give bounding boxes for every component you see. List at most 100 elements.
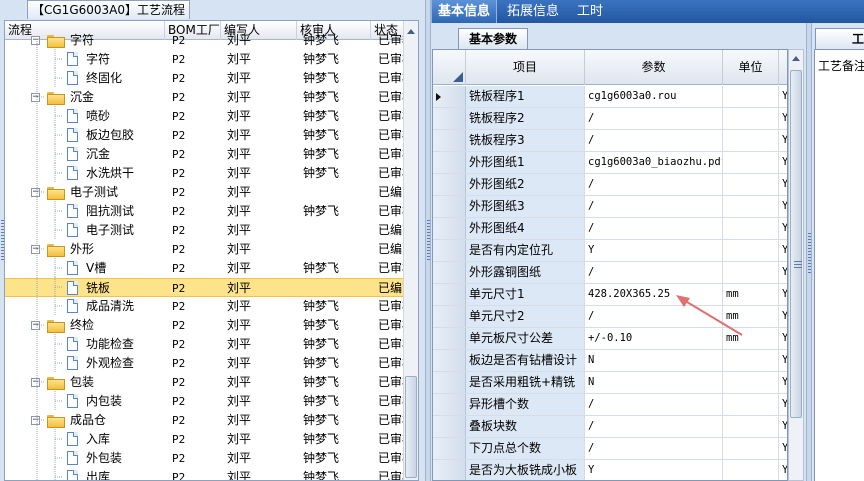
- param-value[interactable]: /: [585, 306, 723, 327]
- scroll-thumb[interactable]: [790, 70, 802, 418]
- row-indicator[interactable]: [433, 152, 466, 173]
- param-value[interactable]: /: [585, 130, 723, 151]
- row-indicator[interactable]: [433, 86, 466, 107]
- row-indicator[interactable]: [433, 240, 466, 261]
- tree-step-row[interactable]: 出库 P2 刘平 钟梦飞 已审核: [5, 468, 406, 480]
- grid-row[interactable]: 外形图纸4/ Y: [433, 218, 787, 240]
- param-value[interactable]: /: [585, 438, 723, 459]
- row-indicator[interactable]: [433, 372, 466, 393]
- row-indicator[interactable]: [433, 350, 466, 371]
- tree-group-row[interactable]: −终检P2刘平钟梦飞已审核: [5, 316, 406, 335]
- grid-row[interactable]: 单元尺寸1 428.20X365.25 mm Y: [433, 284, 787, 306]
- param-value[interactable]: +/-0.10: [585, 328, 723, 349]
- param-value[interactable]: /: [585, 218, 723, 239]
- row-indicator[interactable]: [433, 328, 466, 349]
- grid-row[interactable]: 是否采用粗铣+精铣 N Y: [433, 372, 787, 394]
- row-indicator[interactable]: [433, 196, 466, 217]
- grid-row[interactable]: 单元板尺寸公差 +/-0.10 mm Y: [433, 328, 787, 350]
- tree-step-row[interactable]: 外观检查 P2 刘平 钟梦飞 已审核: [5, 354, 406, 373]
- tree-step-row[interactable]: 阻抗测试 P2 刘平 钟梦飞 已审核: [5, 202, 406, 221]
- tree-step-row[interactable]: 成品清洗 P2 刘平 钟梦飞 已审核: [5, 297, 406, 316]
- grid-row[interactable]: 单元尺寸2/mm Y: [433, 306, 787, 328]
- process-flow-tab[interactable]: 【CG1G6003A0】工艺流程: [27, 0, 190, 19]
- param-value[interactable]: cg1g6003a0.rou: [585, 86, 723, 107]
- grid-row[interactable]: 下刀点总个数 / Y: [433, 438, 787, 460]
- row-indicator[interactable]: [433, 174, 466, 195]
- row-indicator[interactable]: [433, 306, 466, 327]
- scroll-up-icon[interactable]: [407, 29, 415, 34]
- tree-group-row[interactable]: −外形P2刘平已编写: [5, 240, 406, 259]
- grid-row[interactable]: 外形图纸1 cg1g6003a0_biaozhu.pdf Y: [433, 152, 787, 174]
- tree-step-row[interactable]: 终固化 P2 刘平 钟梦飞 已审核: [5, 69, 406, 88]
- tree-step-row[interactable]: 喷砂 P2 刘平 钟梦飞 已审核: [5, 107, 406, 126]
- left-edge-grip[interactable]: [0, 0, 4, 481]
- row-indicator[interactable]: [433, 262, 466, 283]
- row-indicator[interactable]: [433, 416, 466, 437]
- tree-group-row[interactable]: −电子测试P2刘平已编写: [5, 183, 406, 202]
- grid-row[interactable]: 异形槽个数 / Y: [433, 394, 787, 416]
- grid-row[interactable]: 是否有内定位孔 Y Y: [433, 240, 787, 262]
- row-indicator[interactable]: [433, 460, 466, 480]
- tree-step-row[interactable]: 板边包胶 P2 刘平 钟梦飞 已审核: [5, 126, 406, 145]
- scroll-thumb[interactable]: [405, 376, 417, 478]
- param-value[interactable]: /: [585, 108, 723, 129]
- tree-step-row[interactable]: 入库 P2 刘平 钟梦飞 已审核: [5, 430, 406, 449]
- param-value[interactable]: Y: [585, 460, 723, 480]
- tree-step-row[interactable]: 字符 P2 刘平 钟梦飞 已审核: [5, 50, 406, 69]
- param-value[interactable]: Y: [585, 240, 723, 261]
- tree-group-row[interactable]: −字符P2刘平钟梦飞已审核: [5, 31, 406, 50]
- tree-step-row[interactable]: 水洗烘干 P2 刘平 钟梦飞 已审核: [5, 164, 406, 183]
- tree-step-row[interactable]: V槽 P2 刘平 钟梦飞 已审核: [5, 259, 406, 278]
- param-value[interactable]: N: [585, 372, 723, 393]
- tree-group-row[interactable]: −沉金P2刘平钟梦飞已审核: [5, 88, 406, 107]
- tab-extended-info[interactable]: 拓展信息: [501, 0, 565, 23]
- grid-row[interactable]: 外形图纸3/ Y: [433, 196, 787, 218]
- tree-group-row[interactable]: −成品仓P2刘平钟梦飞已审核: [5, 411, 406, 430]
- scroll-up-icon[interactable]: [792, 56, 800, 61]
- tree-step-row[interactable]: 电子测试 P2 刘平 已编写: [5, 221, 406, 240]
- tree-group-row[interactable]: −包装P2刘平钟梦飞已审核: [5, 373, 406, 392]
- row-indicator[interactable]: [433, 130, 466, 151]
- grid-row[interactable]: 叠板块数 / Y: [433, 416, 787, 438]
- tree-step-row[interactable]: 功能检查 P2 刘平 钟梦飞 已审核: [5, 335, 406, 354]
- row-indicator[interactable]: [433, 284, 466, 305]
- param-value[interactable]: N: [585, 350, 723, 371]
- tab-process-notes[interactable]: 工: [815, 28, 864, 49]
- param-value[interactable]: /: [585, 262, 723, 283]
- tree-step-row[interactable]: 铣板 P2 刘平 已编写: [5, 278, 406, 297]
- col-header-item[interactable]: 项目: [466, 50, 585, 85]
- right-splitter[interactable]: [806, 23, 812, 481]
- row-indicator[interactable]: [433, 394, 466, 415]
- param-value[interactable]: /: [585, 174, 723, 195]
- col-header-unit[interactable]: 单位: [723, 50, 779, 85]
- grid-row[interactable]: 外形露铜图纸 / Y: [433, 262, 787, 284]
- grid-scrollbar[interactable]: [788, 49, 804, 481]
- tree-scrollbar[interactable]: [403, 21, 418, 480]
- tab-basic-info[interactable]: 基本信息: [431, 0, 498, 23]
- param-flag: Y: [779, 394, 787, 415]
- grid-row[interactable]: 铣板程序1 cg1g6003a0.rou Y: [433, 86, 787, 108]
- param-value[interactable]: cg1g6003a0_biaozhu.pdf: [585, 152, 723, 173]
- grid-row[interactable]: 板边是否有钻槽设计 N Y: [433, 350, 787, 372]
- param-value[interactable]: /: [585, 416, 723, 437]
- tree-step-row[interactable]: 沉金 P2 刘平 钟梦飞 已审核: [5, 145, 406, 164]
- param-value[interactable]: /: [585, 394, 723, 415]
- row-indicator[interactable]: [433, 218, 466, 239]
- row-indicator[interactable]: [433, 438, 466, 459]
- status: 已审核: [378, 337, 406, 351]
- grid-row[interactable]: 铣板程序3/ Y: [433, 130, 787, 152]
- tab-work-hours[interactable]: 工时: [571, 0, 609, 23]
- grid-row[interactable]: 外形图纸2/ Y: [433, 174, 787, 196]
- process-tree[interactable]: 流程 BOM工厂 编写人 核审人 状态 −字符P2刘平钟梦飞已审核字符P2刘平钟…: [4, 20, 419, 481]
- param-value[interactable]: 428.20X365.25: [585, 284, 723, 305]
- grid-row[interactable]: 铣板程序2/ Y: [433, 108, 787, 130]
- tree-step-row[interactable]: 外包装 P2 刘平 钟梦飞 已审核: [5, 449, 406, 468]
- params-grid[interactable]: 项目 参数 单位 铣板程序1 cg1g6003a0.rou Y 铣板程序2/Y 铣板程序…: [432, 49, 788, 481]
- param-value[interactable]: /: [585, 196, 723, 217]
- col-header-param[interactable]: 参数: [585, 50, 723, 85]
- tree-step-row[interactable]: 内包装 P2 刘平 钟梦飞 已审核: [5, 392, 406, 411]
- grid-row[interactable]: 是否为大板铣成小板 Y Y: [433, 460, 787, 480]
- tab-basic-params[interactable]: 基本参数: [458, 28, 529, 49]
- panel-splitter[interactable]: [425, 0, 431, 481]
- row-indicator[interactable]: [433, 108, 466, 129]
